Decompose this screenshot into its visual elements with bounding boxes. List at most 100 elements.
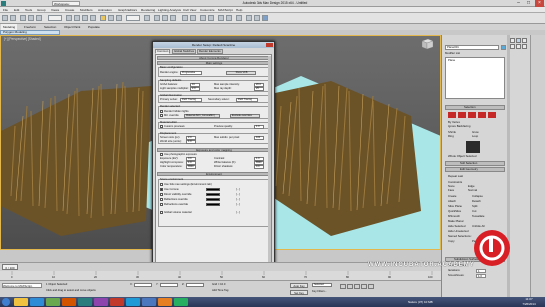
right-scroll-strip[interactable] (530, 35, 545, 297)
iterations-field[interactable]: 1 (476, 269, 486, 273)
app-logo-icon[interactable] (1, 1, 6, 6)
modifier-list-dropdown[interactable]: Modifier List (445, 52, 460, 55)
auto-key-button[interactable]: Auto Key (290, 283, 308, 288)
next-frame-icon[interactable] (361, 284, 367, 289)
rollout-soft-selection[interactable]: Soft Selection (445, 161, 505, 166)
hierarchy-tab-icon[interactable] (522, 38, 527, 43)
taskbar-app3-icon[interactable] (110, 298, 124, 306)
taskbar-explorer-icon[interactable] (14, 298, 28, 306)
collapse-button[interactable]: Collapse (472, 195, 483, 198)
element-mode-icon[interactable] (488, 112, 496, 118)
taskbar-app-icon[interactable] (46, 298, 60, 306)
repeat-last-button[interactable]: Repeat Last (448, 175, 463, 178)
selected-dropdown[interactable]: Selected (312, 283, 332, 287)
align-icon[interactable] (190, 15, 196, 21)
taskbar-app2-icon[interactable] (94, 298, 108, 306)
copy-button[interactable]: Copy (448, 240, 455, 243)
use-3dsmax-radio[interactable] (160, 183, 163, 186)
redo-icon[interactable] (10, 15, 16, 21)
custom-previews-checkbox[interactable] (160, 125, 163, 128)
taskbar-clock[interactable]: 11:07 7/26/2014 (514, 297, 544, 306)
primary-solver-dropdown[interactable]: Path Tracing (180, 98, 202, 102)
smoothness-field[interactable]: 1.0 (476, 274, 486, 278)
window-crossing-icon[interactable] (90, 15, 96, 21)
move-icon[interactable] (100, 15, 106, 21)
color-temperature-field[interactable]: 6500 (186, 165, 196, 169)
refractions-override-swatch[interactable] (206, 203, 220, 206)
layer-manager-icon[interactable] (208, 15, 214, 21)
ignore-backfacing-checkbox[interactable]: Ignore Backfacing (448, 125, 470, 128)
link-icon[interactable] (20, 15, 26, 21)
constraint-face[interactable]: Face (448, 189, 454, 192)
utilities-tab-icon[interactable] (522, 44, 527, 49)
create-tab-icon[interactable] (510, 38, 515, 43)
gi-aa-field[interactable]: 16 (190, 83, 200, 87)
hide-unselected-button[interactable]: Hide Unselected (448, 230, 469, 233)
max-subdiv-field[interactable]: 100 (254, 136, 264, 140)
attach-button[interactable]: Attach (448, 200, 456, 203)
minimize-icon[interactable]: – (514, 0, 523, 7)
refractions-override-slot[interactable]: [ - ] (236, 203, 240, 206)
world-size-field[interactable]: 1.0 (186, 140, 196, 144)
corona-map-slot[interactable]: [ - ] (236, 188, 240, 191)
select-by-name-icon[interactable] (74, 15, 80, 21)
split-checkbox[interactable]: Split (472, 205, 477, 208)
tessellate-button[interactable]: Tessellate (472, 215, 484, 218)
taskbar-ie-icon[interactable] (30, 298, 44, 306)
global-volume-slot[interactable]: [ - ] (236, 211, 240, 214)
object-name-field[interactable]: Plane001 (445, 45, 499, 50)
make-planar-button[interactable]: Make Planar (448, 220, 464, 223)
msmooth-button[interactable]: MSmooth (448, 215, 460, 218)
vertex-mode-icon[interactable] (448, 112, 456, 118)
screen-size-field[interactable]: 2.0 (186, 136, 196, 140)
reflections-override-slot[interactable]: [ - ] (236, 198, 240, 201)
time-slider-handle[interactable]: 0 / 100 (2, 264, 18, 270)
detach-button[interactable]: Detach (472, 200, 481, 203)
max-sample-field[interactable]: 20.0 (254, 83, 264, 87)
taskbar-app4-icon[interactable] (126, 298, 140, 306)
contrast-field[interactable]: 1.0 (254, 157, 264, 161)
slice-plane-button[interactable]: Slice Plane (448, 205, 462, 208)
x-coord-field[interactable] (134, 283, 152, 287)
stack-item-plane[interactable]: Plane (448, 59, 455, 62)
pivot-center-icon[interactable] (144, 15, 150, 21)
loop-button[interactable]: Loop (472, 135, 478, 138)
cut-button[interactable]: Cut (472, 210, 476, 213)
dialog-scrollbar[interactable] (268, 56, 271, 285)
ring-button[interactable]: Ring (448, 135, 454, 138)
key-filters-button[interactable]: Key Filters... (312, 290, 327, 293)
mtl-override-checkbox[interactable] (160, 114, 163, 117)
workspace-dropdown[interactable]: Workspace: Default (52, 1, 80, 10)
taskbar-app5-icon[interactable] (142, 298, 156, 306)
direct-override-checkbox[interactable] (160, 193, 163, 196)
render-setup-dialog[interactable]: Render Setup: Default Scanline Common Gl… (152, 41, 275, 295)
direct-override-swatch[interactable] (206, 193, 220, 196)
direct-override-slot[interactable]: [ - ] (236, 193, 240, 196)
render-engine-dropdown[interactable]: Progressive (180, 71, 202, 75)
polygon-mode-icon[interactable] (478, 112, 486, 118)
close-icon[interactable]: × (535, 0, 544, 7)
light-samples-field[interactable]: 2.0 (190, 87, 200, 91)
rendered-frame-window-icon[interactable] (254, 15, 260, 21)
reference-coordinate-dropdown[interactable] (126, 15, 140, 21)
use-corona-radio[interactable] (160, 188, 163, 191)
rollout-environment[interactable]: Environment (157, 172, 271, 176)
go-to-start-icon[interactable] (340, 284, 346, 289)
taskbar-firefox-icon[interactable] (62, 298, 76, 306)
override-material-button[interactable]: Material #22 ( CoronaMtl ) (184, 114, 220, 118)
schematic-view-icon[interactable] (226, 15, 232, 21)
add-time-tag-button[interactable]: Add Time Tag (212, 289, 228, 292)
selection-filter-dropdown[interactable] (48, 15, 62, 21)
exposure-ev-field[interactable]: 0.0 (186, 157, 196, 161)
rollout-exposure[interactable]: Exposure and color mapping (157, 148, 271, 152)
max-depth-field[interactable]: 25 (254, 87, 264, 91)
motion-tab-icon[interactable] (510, 44, 515, 49)
dialog-title[interactable]: Render Setup: Default Scanline (153, 42, 274, 48)
exclude-overrides-button[interactable]: Exclude overrides (230, 114, 260, 118)
border-mode-icon[interactable] (468, 112, 476, 118)
taskbar-app7-icon[interactable] (174, 298, 188, 306)
rollout-about[interactable]: About Corona Renderer (157, 56, 271, 60)
create-button[interactable]: Create (448, 195, 456, 198)
global-volume-checkbox[interactable] (160, 211, 163, 214)
go-to-end-icon[interactable] (368, 284, 374, 289)
